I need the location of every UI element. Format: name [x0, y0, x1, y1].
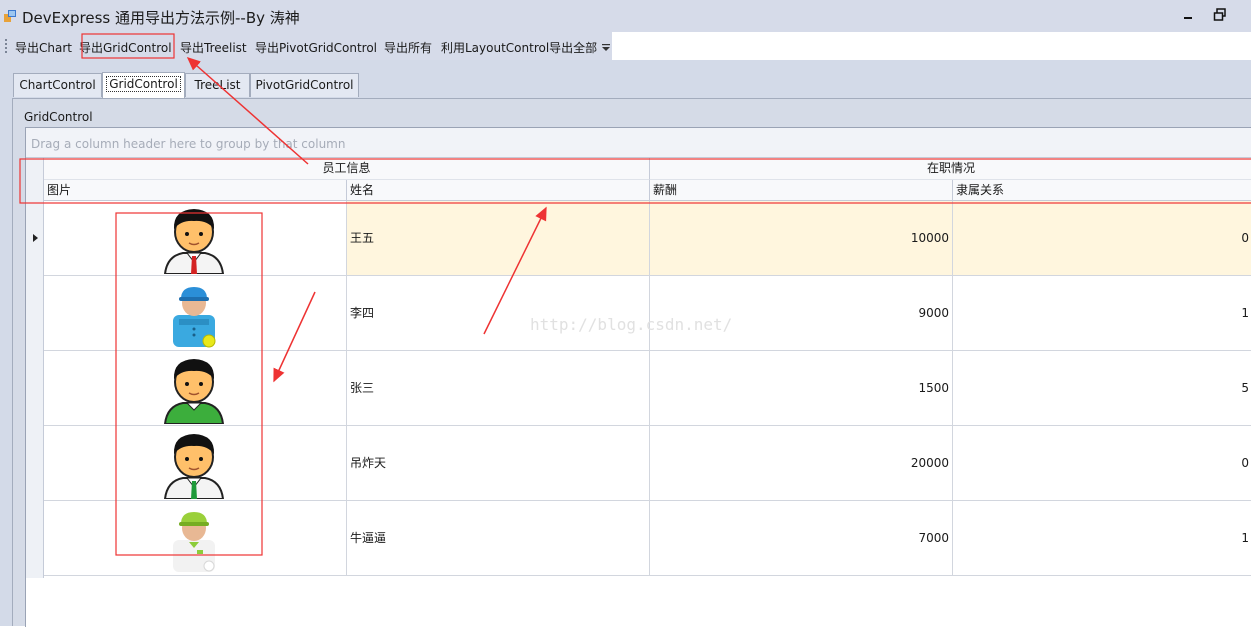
salary-cell[interactable]: 7000 — [650, 501, 953, 575]
salary-cell[interactable]: 9000 — [650, 276, 953, 350]
blue-cap-worker-avatar-icon — [173, 287, 216, 348]
column-header-relation[interactable]: 隶属关系 — [953, 180, 1251, 201]
relation-cell[interactable]: 0 — [953, 201, 1251, 275]
export-layoutcontrol-all-button[interactable]: 利用LayoutControl导出全部 — [439, 39, 599, 56]
tab-treelist[interactable]: TreeList — [185, 73, 250, 97]
column-header-salary[interactable]: 薪酬 — [650, 180, 953, 201]
export-all-button[interactable]: 导出所有 — [382, 39, 434, 56]
salary-cell[interactable]: 20000 — [650, 426, 953, 500]
male-red-tie-avatar-icon — [163, 209, 225, 274]
relation-cell[interactable]: 1 — [953, 501, 1251, 575]
tab-pivotgridcontrol[interactable]: PivotGridControl — [250, 73, 359, 97]
restore-icon[interactable] — [1213, 8, 1227, 22]
relation-cell[interactable]: 0 — [953, 426, 1251, 500]
band-employment-status[interactable]: 在职情况 — [650, 158, 1251, 180]
grid-control[interactable]: Drag a column header here to group by th… — [25, 127, 1251, 627]
male-green-tie-avatar-icon — [163, 434, 225, 499]
row-indicator-column — [26, 158, 44, 578]
tab-gridcontrol[interactable]: GridControl — [102, 72, 185, 99]
export-gridcontrol-button[interactable]: 导出GridControl — [77, 39, 174, 56]
salary-cell[interactable]: 1500 — [650, 351, 953, 425]
name-cell[interactable]: 吊炸天 — [347, 426, 650, 500]
name-cell[interactable]: 张三 — [347, 351, 650, 425]
tab-chartcontrol[interactable]: ChartControl — [13, 73, 102, 97]
window-title: DevExpress 通用导出方法示例--By 涛神 — [22, 9, 300, 27]
export-pivotgridcontrol-button[interactable]: 导出PivotGridControl — [253, 39, 379, 56]
salary-cell[interactable]: 10000 — [650, 201, 953, 275]
picture-cell[interactable] — [44, 201, 347, 275]
column-header-name[interactable]: 姓名 — [347, 180, 650, 201]
green-cap-worker-avatar-icon — [173, 512, 215, 572]
focused-row-indicator-icon — [33, 234, 38, 242]
name-cell[interactable]: 牛逼逼 — [347, 501, 650, 575]
band-employee-info[interactable]: 员工信息 — [44, 158, 650, 180]
table-row[interactable]: 吊炸天 20000 0 — [44, 426, 1251, 501]
watermark: http://blog.csdn.net/ — [530, 315, 733, 334]
table-row[interactable]: 牛逼逼 7000 1 — [44, 501, 1251, 576]
toolbar: 导出Chart 导出GridControl 导出Treelist 导出Pivot… — [0, 32, 612, 60]
table-row[interactable]: 张三 1500 5 — [44, 351, 1251, 426]
toolbar-grip-icon[interactable] — [4, 38, 8, 54]
layout-item-label: GridControl — [24, 110, 93, 124]
relation-cell[interactable]: 1 — [953, 276, 1251, 350]
group-panel-hint: Drag a column header here to group by th… — [31, 137, 346, 151]
picture-cell[interactable] — [44, 501, 347, 575]
male-green-shirt-avatar-icon — [163, 359, 225, 424]
app-icon — [4, 10, 16, 22]
column-header-picture[interactable]: 图片 — [44, 180, 347, 201]
group-panel[interactable]: Drag a column header here to group by th… — [26, 128, 1251, 158]
toolbar-overflow-icon[interactable] — [602, 44, 610, 52]
export-chart-button[interactable]: 导出Chart — [13, 39, 74, 56]
tab-page-gridcontrol: GridControl Drag a column header here to… — [12, 98, 1251, 627]
picture-cell[interactable] — [44, 276, 347, 350]
title-bar: DevExpress 通用导出方法示例--By 涛神 — [0, 0, 1251, 32]
name-cell[interactable]: 李四 — [347, 276, 650, 350]
name-cell[interactable]: 王五 — [347, 201, 650, 275]
export-treelist-button[interactable]: 导出Treelist — [178, 39, 249, 56]
table-row[interactable]: 李四 9000 1 — [44, 276, 1251, 351]
picture-cell[interactable] — [44, 426, 347, 500]
minimize-icon[interactable] — [1183, 10, 1193, 20]
tab-area: ChartControl GridControl TreeList PivotG… — [0, 60, 1251, 627]
table-row[interactable]: 王五 10000 0 — [44, 201, 1251, 276]
picture-cell[interactable] — [44, 351, 347, 425]
relation-cell[interactable]: 5 — [953, 351, 1251, 425]
